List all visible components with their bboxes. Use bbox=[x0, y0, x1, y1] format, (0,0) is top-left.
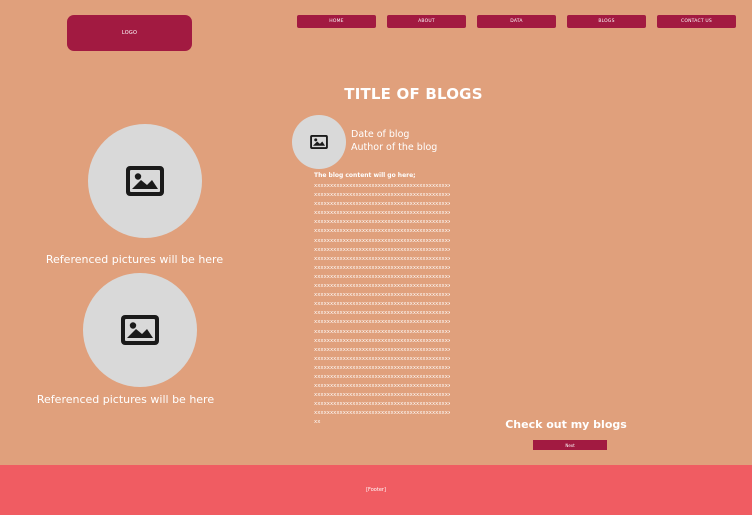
blog-content: xxxxxxxxxxxxxxxxxxxxxxxxxxxxxxxxxxxxxxxx… bbox=[314, 182, 450, 428]
blog-content-line: xxxxxxxxxxxxxxxxxxxxxxxxxxxxxxxxxxxxxxxx… bbox=[314, 364, 450, 371]
blog-date: Date of blog bbox=[351, 129, 410, 140]
next-button-label: Next bbox=[565, 442, 575, 448]
blog-content-line: xxxxxxxxxxxxxxxxxxxxxxxxxxxxxxxxxxxxxxxx… bbox=[314, 237, 450, 244]
blog-content-line: xxxxxxxxxxxxxxxxxxxxxxxxxxxxxxxxxxxxxxxx… bbox=[314, 192, 450, 199]
next-button[interactable]: Next bbox=[533, 440, 607, 450]
nav-blogs-label: BLOGS bbox=[598, 19, 615, 24]
blog-content-line: xxxxxxxxxxxxxxxxxxxxxxxxxxxxxxxxxxxxxxxx… bbox=[314, 292, 450, 299]
blog-content-line: xxxxxxxxxxxxxxxxxxxxxxxxxxxxxxxxxxxxxxxx… bbox=[314, 337, 450, 344]
logo-label: LOGO bbox=[121, 30, 138, 36]
nav-data-label: DATA bbox=[510, 19, 523, 24]
blog-content-line: xxxxxxxxxxxxxxxxxxxxxxxxxxxxxxxxxxxxxxxx… bbox=[314, 310, 450, 317]
blog-content-line: xxxxxxxxxxxxxxxxxxxxxxxxxxxxxxxxxxxxxxxx… bbox=[314, 273, 450, 280]
blog-content-line: xxxxxxxxxxxxxxxxxxxxxxxxxxxxxxxxxxxxxxxx… bbox=[314, 383, 450, 390]
image-icon bbox=[310, 135, 328, 149]
nav-data-button[interactable]: DATA bbox=[477, 15, 556, 28]
blog-content-line: xxxxxxxxxxxxxxxxxxxxxxxxxxxxxxxxxxxxxxxx… bbox=[314, 301, 450, 308]
nav-contact-button[interactable]: CONTACT US bbox=[657, 15, 736, 28]
nav-contact-label: CONTACT US bbox=[681, 19, 712, 24]
footer-label: [Footer] bbox=[366, 487, 386, 493]
reference-picture-2 bbox=[83, 273, 197, 387]
image-icon bbox=[126, 166, 164, 196]
author-avatar bbox=[292, 115, 346, 169]
blog-content-line: xxxxxxxxxxxxxxxxxxxxxxxxxxxxxxxxxxxxxxxx… bbox=[314, 410, 450, 417]
reference-caption-2: Referenced pictures will be here bbox=[36, 393, 215, 406]
nav-home-button[interactable]: HOME bbox=[297, 15, 376, 28]
blog-content-line: xxxxxxxxxxxxxxxxxxxxxxxxxxxxxxxxxxxxxxxx… bbox=[314, 255, 450, 262]
check-out-blogs-heading: Check out my blogs bbox=[505, 418, 627, 431]
blog-content-line: xxxxxxxxxxxxxxxxxxxxxxxxxxxxxxxxxxxxxxxx… bbox=[314, 328, 450, 335]
blog-content-line: xxxxxxxxxxxxxxxxxxxxxxxxxxxxxxxxxxxxxxxx… bbox=[314, 392, 450, 399]
nav-about-button[interactable]: ABOUT bbox=[387, 15, 466, 28]
nav-blogs-button[interactable]: BLOGS bbox=[567, 15, 646, 28]
blog-content-line: xxxxxxxxxxxxxxxxxxxxxxxxxxxxxxxxxxxxxxxx… bbox=[314, 228, 450, 235]
reference-picture-1 bbox=[88, 124, 202, 238]
reference-caption-1: Referenced pictures will be here bbox=[45, 253, 224, 266]
blog-content-line: xxxxxxxxxxxxxxxxxxxxxxxxxxxxxxxxxxxxxxxx… bbox=[314, 319, 450, 326]
page-title: TITLE OF BLOGS bbox=[344, 85, 483, 103]
blog-content-intro: The blog content will go here; bbox=[314, 172, 416, 179]
blog-content-line: xxxxxxxxxxxxxxxxxxxxxxxxxxxxxxxxxxxxxxxx… bbox=[314, 201, 450, 208]
blog-content-line: xxxxxxxxxxxxxxxxxxxxxxxxxxxxxxxxxxxxxxxx… bbox=[314, 210, 450, 217]
blog-content-line: xxxxxxxxxxxxxxxxxxxxxxxxxxxxxxxxxxxxxxxx… bbox=[314, 246, 450, 253]
nav-about-label: ABOUT bbox=[418, 19, 435, 24]
nav-home-label: HOME bbox=[329, 19, 344, 24]
blog-content-line: xxxxxxxxxxxxxxxxxxxxxxxxxxxxxxxxxxxxxxxx… bbox=[314, 219, 450, 226]
blog-content-line: xxxxxxxxxxxxxxxxxxxxxxxxxxxxxxxxxxxxxxxx… bbox=[314, 283, 450, 290]
blog-author: Author of the blog bbox=[351, 142, 438, 153]
blog-content-line: xxxxxxxxxxxxxxxxxxxxxxxxxxxxxxxxxxxxxxxx… bbox=[314, 346, 450, 353]
blog-content-line: xxxxxxxxxxxxxxxxxxxxxxxxxxxxxxxxxxxxxxxx… bbox=[314, 183, 450, 189]
footer: [Footer] bbox=[0, 465, 752, 515]
logo[interactable]: LOGO bbox=[67, 15, 192, 51]
blog-content-line: xxxxxxxxxxxxxxxxxxxxxxxxxxxxxxxxxxxxxxxx… bbox=[314, 401, 450, 408]
blog-content-line: xxxxxxxxxxxxxxxxxxxxxxxxxxxxxxxxxxxxxxxx… bbox=[314, 373, 450, 380]
blog-content-line: xxxxxxxxxxxxxxxxxxxxxxxxxxxxxxxxxxxxxxxx… bbox=[314, 264, 450, 271]
image-icon bbox=[121, 315, 159, 345]
blog-content-line: xx bbox=[314, 419, 321, 426]
blog-content-line: xxxxxxxxxxxxxxxxxxxxxxxxxxxxxxxxxxxxxxxx… bbox=[314, 355, 450, 362]
